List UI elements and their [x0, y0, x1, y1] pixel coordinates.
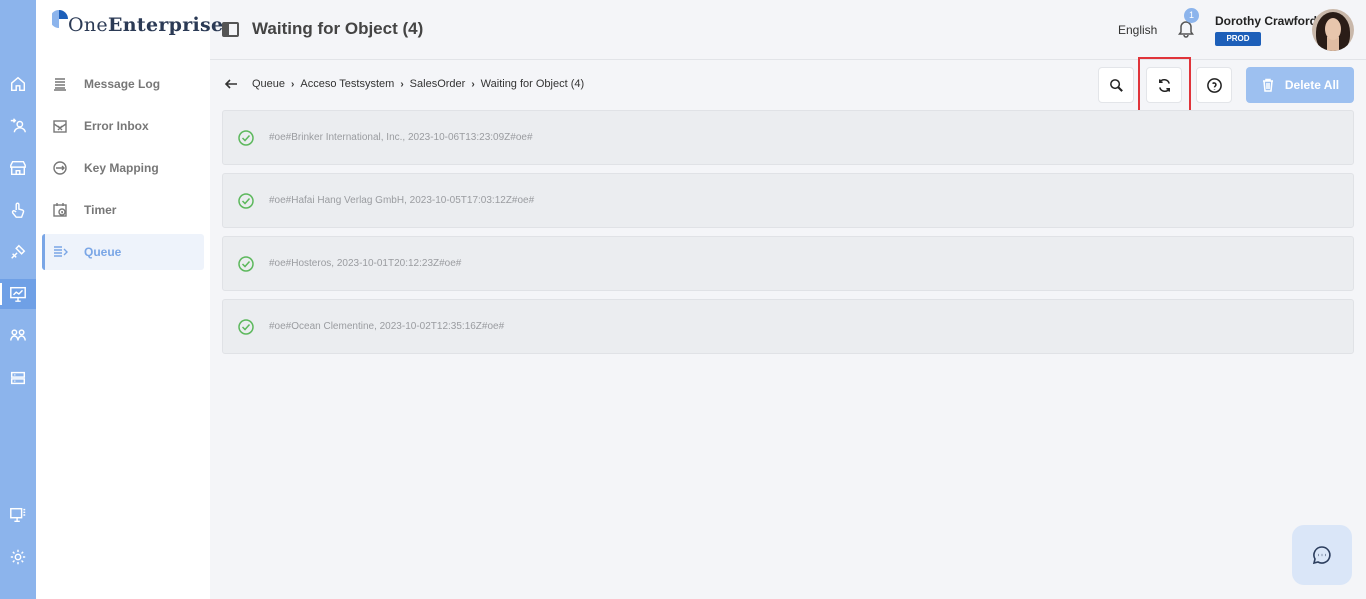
list-item-text: #oe#Brinker International, Inc., 2023-10…: [269, 132, 533, 143]
home-icon[interactable]: [0, 69, 36, 99]
sidebar-item-message-log[interactable]: Message Log: [42, 66, 204, 102]
check-circle-icon: [238, 255, 254, 272]
settings-gear-icon[interactable]: [0, 542, 36, 572]
sidebar-item-timer[interactable]: Timer: [42, 192, 204, 228]
search-icon: [1109, 78, 1123, 92]
language-selector[interactable]: English: [1118, 23, 1157, 37]
help-icon: [1206, 77, 1222, 93]
sidebar-item-label: Message Log: [84, 77, 161, 91]
header: Waiting for Object (4) English 1 Dorothy…: [210, 0, 1366, 60]
logo-mark-icon: [50, 8, 74, 38]
people-icon[interactable]: [0, 321, 36, 351]
breadcrumb: Queue › Acceso Testsystem › SalesOrder ›…: [252, 78, 584, 90]
breadcrumb-separator-icon: ›: [400, 78, 404, 90]
display-grid-icon[interactable]: [0, 500, 36, 530]
key-mapping-icon: [53, 161, 67, 175]
user-name[interactable]: Dorothy Crawford: [1215, 14, 1317, 28]
list-item[interactable]: #oe#Ocean Clementine, 2023-10-02T12:35:1…: [222, 299, 1354, 354]
breadcrumb-item[interactable]: SalesOrder: [410, 78, 466, 90]
list-item-text: #oe#Hosteros, 2023-10-01T20:12:23Z#oe#: [269, 258, 462, 269]
panel-toggle-icon[interactable]: [222, 22, 239, 37]
logo-text: OneEnterprise: [68, 14, 224, 36]
queue-icon: [54, 246, 68, 257]
list-item-text: #oe#Ocean Clementine, 2023-10-02T12:35:1…: [269, 321, 505, 332]
list-item-text: #oe#Hafai Hang Verlag GmbH, 2023-10-05T1…: [269, 195, 535, 206]
back-arrow-icon[interactable]: [224, 77, 240, 91]
app-logo[interactable]: OneEnterprise: [50, 8, 224, 38]
error-inbox-icon: [53, 120, 67, 133]
breadcrumb-item[interactable]: Acceso Testsystem: [300, 78, 394, 90]
list-item[interactable]: #oe#Brinker International, Inc., 2023-10…: [222, 110, 1354, 165]
message-log-icon: [54, 78, 66, 91]
sidebar-item-label: Queue: [84, 245, 122, 259]
store-icon[interactable]: [0, 153, 36, 183]
users-exchange-icon[interactable]: [0, 111, 36, 141]
server-icon[interactable]: [0, 363, 36, 393]
monitor-chart-icon[interactable]: [0, 279, 36, 309]
list-item[interactable]: #oe#Hosteros, 2023-10-01T20:12:23Z#oe#: [222, 236, 1354, 291]
environment-badge: PROD: [1215, 32, 1261, 46]
chat-bubble-icon: [1312, 546, 1331, 565]
trash-icon: [1262, 78, 1273, 92]
icon-rail: [0, 0, 36, 599]
sidebar-item-label: Error Inbox: [84, 119, 149, 133]
tools-icon[interactable]: [0, 237, 36, 267]
help-button[interactable]: [1196, 67, 1232, 103]
check-circle-icon: [238, 318, 254, 335]
sidebar-item-error-inbox[interactable]: Error Inbox: [42, 108, 204, 144]
delete-all-label: Delete All: [1284, 78, 1340, 92]
delete-all-button[interactable]: Delete All: [1246, 67, 1354, 103]
check-circle-icon: [238, 129, 254, 146]
sidebar: OneEnterprise Message Log Error Inbox Ke…: [36, 0, 223, 599]
breadcrumb-separator-icon: ›: [471, 78, 475, 90]
notification-count-badge: 1: [1184, 8, 1199, 23]
avatar[interactable]: [1312, 9, 1354, 51]
queue-list: #oe#Brinker International, Inc., 2023-10…: [222, 110, 1354, 362]
touch-hand-icon[interactable]: [0, 195, 36, 225]
chat-button[interactable]: [1292, 525, 1352, 585]
sidebar-item-label: Timer: [84, 203, 117, 217]
breadcrumb-item[interactable]: Queue: [252, 78, 285, 90]
list-item[interactable]: #oe#Hafai Hang Verlag GmbH, 2023-10-05T1…: [222, 173, 1354, 228]
timer-icon: [53, 203, 67, 217]
sidebar-item-label: Key Mapping: [84, 161, 159, 175]
sidebar-nav: Message Log Error Inbox Key Mapping Time…: [42, 66, 204, 276]
breadcrumb-separator-icon: ›: [291, 78, 295, 90]
search-button[interactable]: [1098, 67, 1134, 103]
check-circle-icon: [238, 192, 254, 209]
sidebar-item-key-mapping[interactable]: Key Mapping: [42, 150, 204, 186]
sidebar-item-queue[interactable]: Queue: [42, 234, 204, 270]
refresh-button-highlight: [1138, 57, 1191, 112]
breadcrumb-current: Waiting for Object (4): [480, 78, 585, 90]
page-title: Waiting for Object (4): [252, 19, 424, 38]
